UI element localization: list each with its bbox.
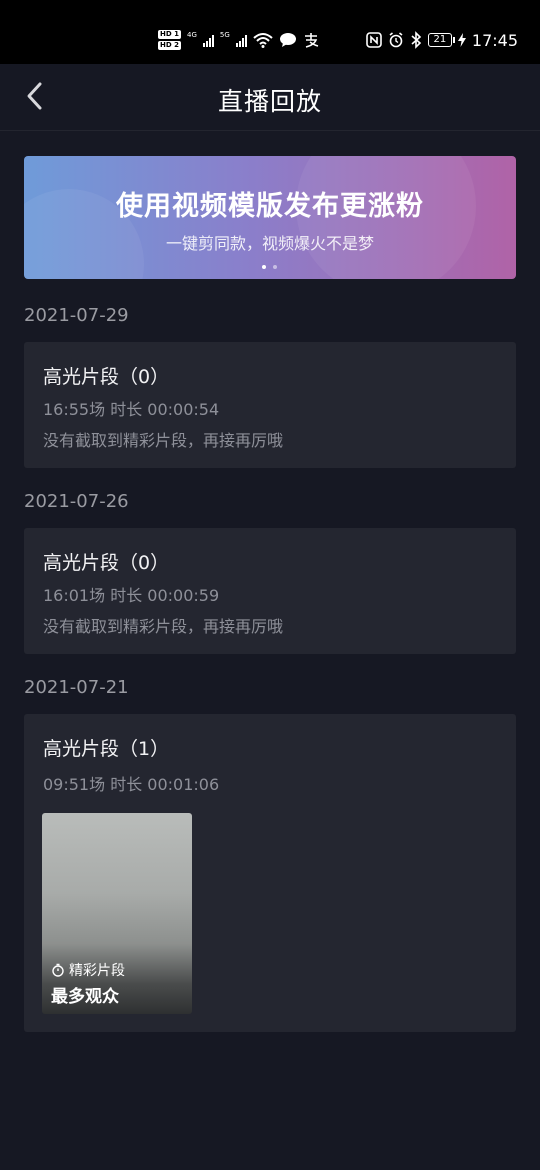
bluetooth-icon — [411, 31, 422, 49]
clip-caption: 最多观众 — [51, 987, 119, 1007]
status-bar: HD 1 HD 2 4G 5G 21 17:45 — [0, 0, 540, 64]
clip-tag-label: 精彩片段 — [69, 963, 125, 979]
session-meta: 16:55场 时长 00:00:54 — [43, 400, 220, 419]
signal-1-icon — [202, 34, 214, 47]
status-right: 21 17:45 — [366, 24, 518, 56]
alarm-icon — [389, 32, 403, 48]
session-date: 2021-07-21 — [24, 677, 129, 698]
battery-icon: 21 — [427, 33, 455, 47]
empty-highlight-note: 没有截取到精彩片段，再接再厉哦 — [43, 617, 284, 636]
wifi-icon — [253, 33, 273, 48]
highlight-count-title: 高光片段（1） — [43, 738, 170, 760]
hd1-badge: HD 1 — [158, 30, 181, 39]
charging-icon — [457, 33, 466, 47]
nfc-icon — [366, 32, 382, 48]
status-left: HD 1 HD 2 4G 5G — [158, 24, 319, 56]
network-type-1: 4G — [186, 31, 197, 39]
battery-level: 21 — [433, 34, 447, 45]
highlight-count-title: 高光片段（0） — [43, 366, 170, 388]
session-date: 2021-07-29 — [24, 305, 129, 326]
session-meta: 16:01场 时长 00:00:59 — [43, 586, 220, 605]
navigation-bar: 直播回放 — [0, 64, 540, 131]
signal-2-icon — [235, 34, 247, 47]
banner-page-dot-2 — [273, 265, 277, 269]
session-card[interactable]: 高光片段（0） 16:01场 时长 00:00:59 没有截取到精彩片段，再接再… — [24, 528, 516, 654]
banner-title: 使用视频模版发布更涨粉 — [116, 191, 424, 222]
empty-highlight-note: 没有截取到精彩片段，再接再厉哦 — [43, 431, 284, 450]
alipay-icon — [304, 33, 318, 48]
session-meta: 09:51场 时长 00:01:06 — [43, 775, 220, 794]
session-card[interactable]: 高光片段（1） 09:51场 时长 00:01:06 精彩片段 最多观众 — [24, 714, 516, 1032]
network-type-2: 5G — [219, 31, 230, 39]
hd2-badge: HD 2 — [158, 41, 181, 50]
promo-banner[interactable]: 使用视频模版发布更涨粉 一键剪同款，视频爆火不是梦 — [24, 156, 516, 279]
clip-tag: 精彩片段 — [51, 960, 125, 980]
clock: 17:45 — [471, 30, 518, 50]
highlight-count-title: 高光片段（0） — [43, 552, 170, 574]
banner-page-dot-1 — [262, 265, 266, 269]
page-title: 直播回放 — [217, 87, 322, 116]
timer-icon — [52, 963, 64, 977]
highlight-clip-thumbnail[interactable]: 精彩片段 最多观众 — [42, 813, 192, 1014]
banner-subtitle: 一键剪同款，视频爆火不是梦 — [165, 234, 374, 253]
message-icon — [279, 33, 296, 47]
hd-indicators: HD 1 HD 2 — [158, 30, 181, 50]
session-date: 2021-07-26 — [24, 491, 129, 512]
session-card[interactable]: 高光片段（0） 16:55场 时长 00:00:54 没有截取到精彩片段，再接再… — [24, 342, 516, 468]
